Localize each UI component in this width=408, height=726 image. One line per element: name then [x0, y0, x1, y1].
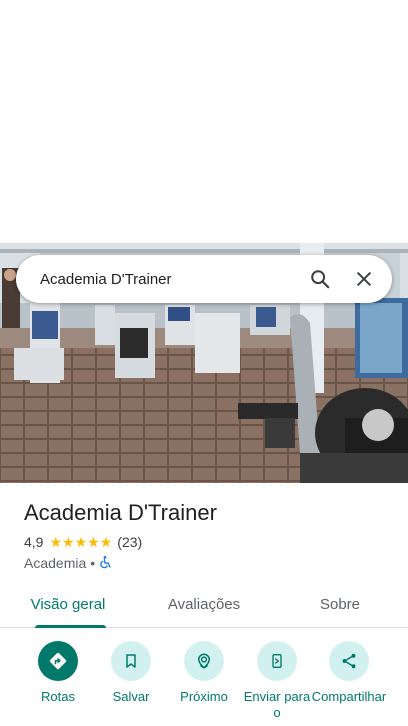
star-icon: ★: [62, 534, 75, 550]
share-button[interactable]: Compartilhar: [311, 641, 387, 705]
action-bar: Rotas Salvar Próximo Enviar para o Compa…: [0, 641, 408, 726]
send-to-phone-icon: [257, 641, 297, 681]
share-icon: [329, 641, 369, 681]
save-button[interactable]: Salvar: [93, 641, 169, 705]
place-tabs: Visão geral Avaliações Sobre: [0, 584, 408, 628]
share-label: Compartilhar: [311, 689, 387, 704]
separator-dot: •: [90, 555, 96, 571]
nearby-button[interactable]: Próximo: [166, 641, 242, 705]
save-label: Salvar: [112, 689, 150, 704]
rating-value: 4,9: [24, 534, 44, 550]
bookmark-icon: [111, 641, 151, 681]
send-to-phone-button[interactable]: Enviar para o: [239, 641, 315, 721]
tab-about[interactable]: Sobre: [272, 584, 408, 627]
star-icon: ★: [49, 534, 63, 550]
directions-icon: [38, 641, 78, 681]
category-row: Academia •: [24, 553, 384, 573]
directions-button[interactable]: Rotas: [20, 641, 96, 705]
star-icon: ★: [74, 534, 88, 550]
map-area-blank: [0, 0, 408, 243]
send-to-phone-label: Enviar para o: [243, 689, 311, 720]
tab-reviews[interactable]: Avaliações: [136, 584, 272, 627]
place-info: Academia D'Trainer 4,9 ★ ★ ★ ★ ★ (23) Ac…: [24, 498, 384, 573]
place-category: Academia: [24, 555, 87, 571]
star-icon: ★: [87, 534, 100, 550]
close-icon[interactable]: [342, 257, 386, 301]
nearby-label: Próximo: [180, 689, 228, 704]
review-count: (23): [117, 534, 143, 550]
search-bar[interactable]: Academia D'Trainer: [16, 255, 392, 303]
search-input[interactable]: Academia D'Trainer: [16, 271, 298, 288]
directions-label: Rotas: [41, 689, 75, 704]
place-title: Academia D'Trainer: [24, 500, 217, 525]
nearby-icon: [184, 641, 224, 681]
rating-row[interactable]: 4,9 ★ ★ ★ ★ ★ (23): [24, 532, 384, 552]
tab-overview[interactable]: Visão geral: [0, 584, 136, 628]
wheelchair-accessible-icon: [99, 555, 112, 572]
star-rating: ★ ★ ★ ★ ★: [49, 535, 112, 549]
star-icon: ★: [99, 534, 113, 550]
search-icon[interactable]: [298, 257, 342, 301]
